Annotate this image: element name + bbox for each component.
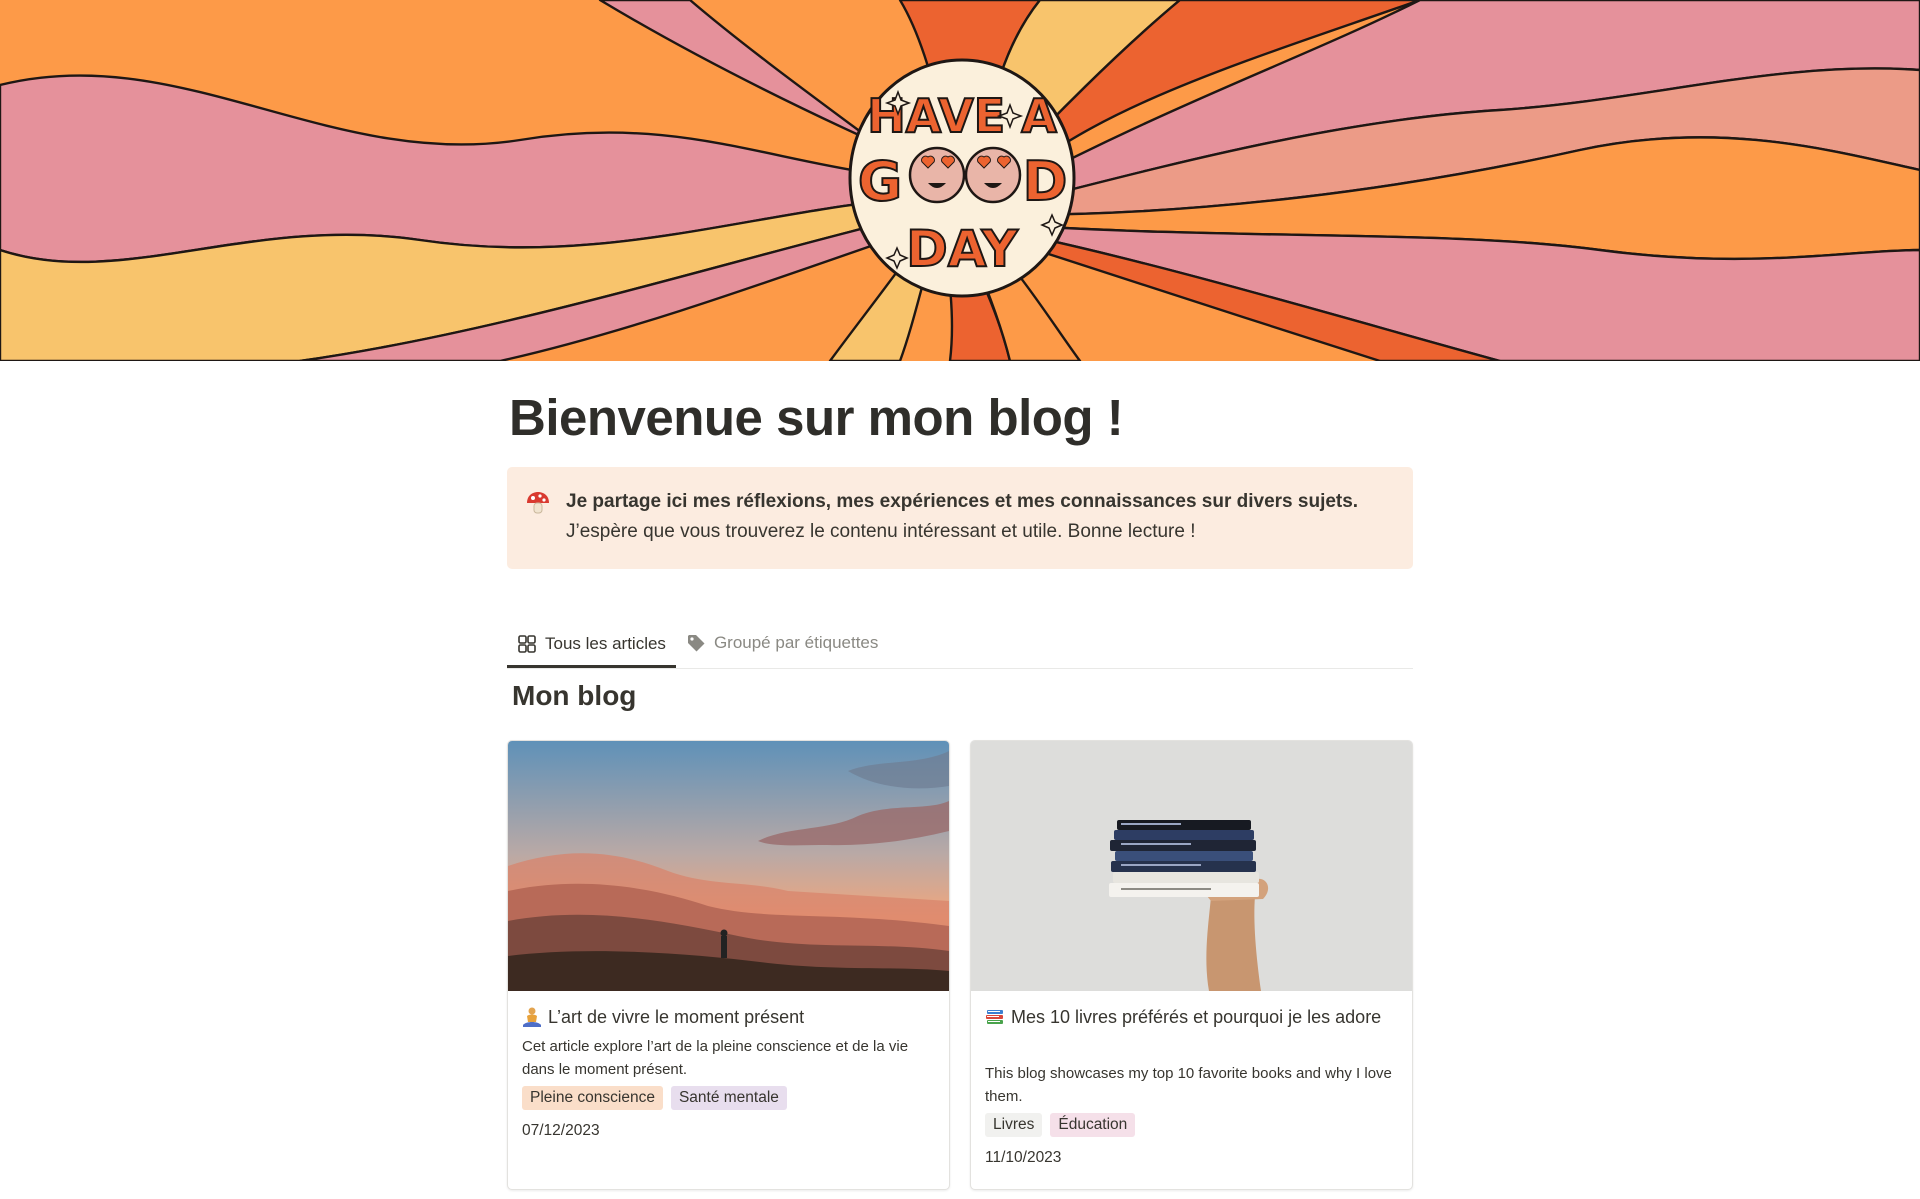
callout-block[interactable]: Je partage ici mes réflexions, mes expér… bbox=[507, 467, 1413, 569]
gallery-card[interactable]: L’art de vivre le moment présent Cet art… bbox=[507, 740, 950, 1190]
callout-body-text: J’espère que vous trouverez le contenu i… bbox=[566, 521, 1196, 542]
card-tags: Livres Éducation bbox=[985, 1113, 1136, 1137]
callout-bold-text: Je partage ici mes réflexions, mes expér… bbox=[566, 491, 1359, 512]
card-title[interactable]: Mes 10 livres préférés et pourquoi je le… bbox=[985, 1003, 1398, 1031]
view-tabs: Tous les articles Groupé par étiquettes bbox=[507, 620, 1413, 669]
card-title-text: L’art de vivre le moment présent bbox=[548, 1007, 805, 1027]
have-a-good-day-sticker: HAVE A G D DAY bbox=[848, 58, 1076, 298]
card-title[interactable]: L’art de vivre le moment présent bbox=[522, 1003, 935, 1031]
callout-text: Je partage ici mes réflexions, mes expér… bbox=[566, 487, 1373, 547]
card-date: 07/12/2023 bbox=[522, 1122, 600, 1139]
tag-livres: Livres bbox=[985, 1113, 1043, 1137]
page-cover[interactable]: HAVE A G D DAY bbox=[0, 0, 1920, 361]
gallery-view: L’art de vivre le moment présent Cet art… bbox=[507, 740, 1413, 1192]
card-tags: Pleine conscience Santé mentale bbox=[522, 1086, 787, 1110]
tag-pleine-conscience: Pleine conscience bbox=[522, 1086, 663, 1110]
meditation-icon bbox=[523, 1007, 541, 1027]
gallery-grid-icon bbox=[518, 634, 536, 653]
tab-all-articles[interactable]: Tous les articles bbox=[507, 620, 676, 668]
card-cover-image bbox=[508, 741, 949, 991]
card-date: 11/10/2023 bbox=[985, 1149, 1062, 1166]
page-title[interactable]: Bienvenue sur mon blog ! bbox=[509, 388, 1124, 447]
tag-icon bbox=[687, 635, 705, 652]
tab-label: Tous les articles bbox=[545, 633, 666, 653]
card-description: Cet article explore l’art de la pleine c… bbox=[522, 1038, 909, 1078]
database-title[interactable]: Mon blog bbox=[512, 680, 636, 712]
tab-grouped-by-tags[interactable]: Groupé par étiquettes bbox=[676, 620, 888, 666]
svg-text:D: D bbox=[1023, 150, 1068, 213]
card-title-text: Mes 10 livres préférés et pourquoi je le… bbox=[1011, 1007, 1382, 1027]
gallery-card[interactable]: Mes 10 livres préférés et pourquoi je le… bbox=[970, 740, 1413, 1190]
cover-image: HAVE A G D DAY bbox=[0, 0, 1920, 361]
books-icon bbox=[986, 1010, 1003, 1024]
tag-education: Éducation bbox=[1050, 1113, 1136, 1137]
card-description: This blog showcases my top 10 favorite b… bbox=[985, 1065, 1392, 1105]
svg-text:G: G bbox=[858, 150, 902, 213]
svg-text:DAY: DAY bbox=[906, 220, 1018, 278]
card-cover-image bbox=[971, 741, 1412, 991]
tag-sante-mentale: Santé mentale bbox=[670, 1086, 787, 1110]
tab-label: Groupé par étiquettes bbox=[713, 633, 879, 652]
mushroom-icon bbox=[527, 492, 549, 514]
